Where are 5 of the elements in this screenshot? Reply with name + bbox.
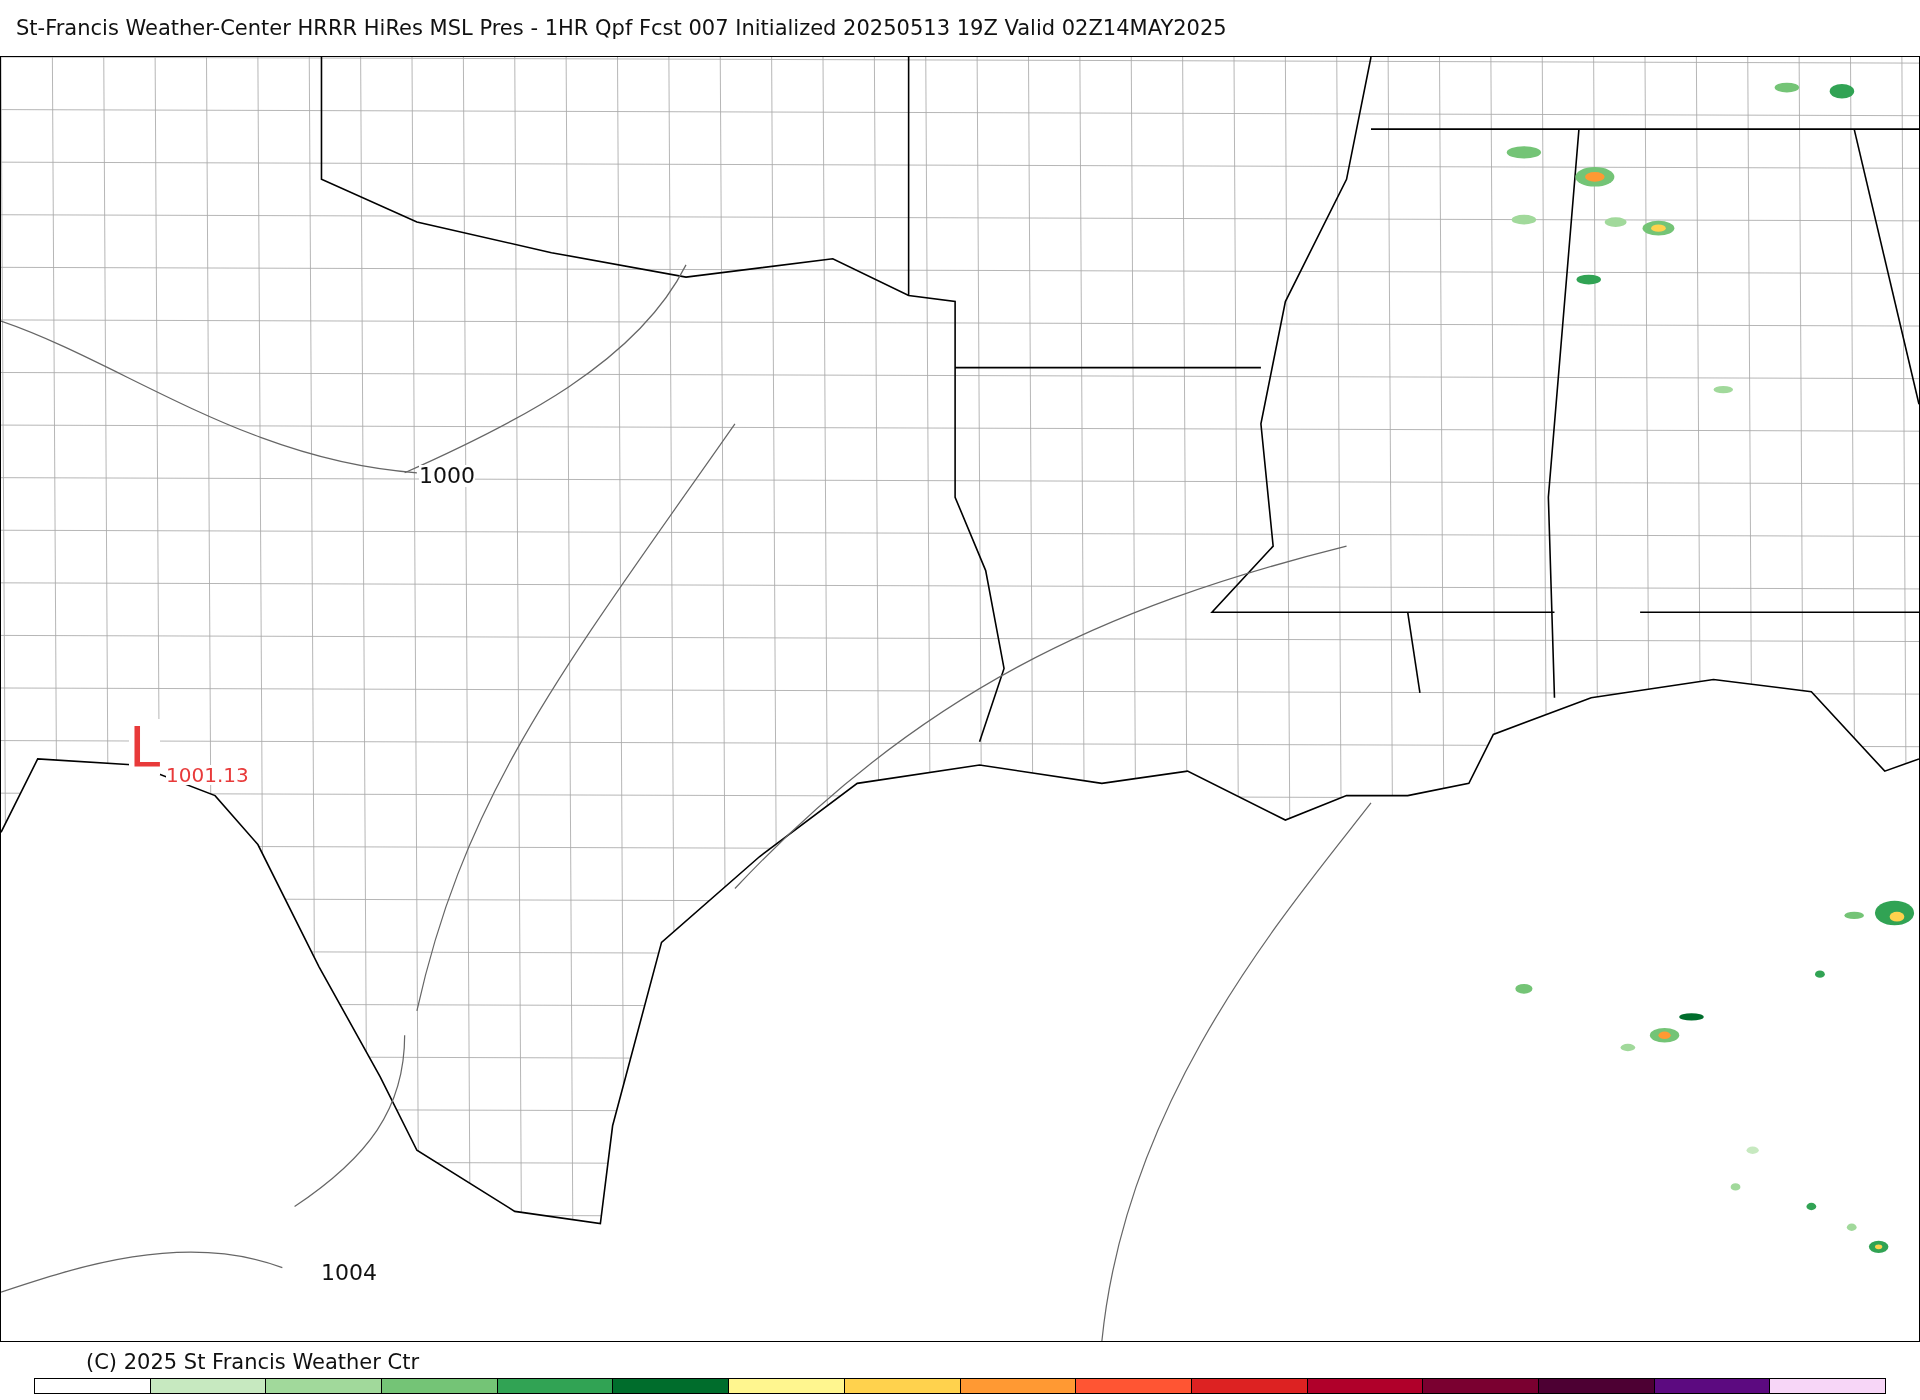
isobar-label: 1000 — [419, 465, 475, 487]
pressure-value-label: 1001.13 — [166, 765, 249, 785]
copyright-text: (C) 2025 St Francis Weather Ctr — [86, 1350, 420, 1374]
map-title: St-Francis Weather-Center HRRR HiRes MSL Pres - 1HR Qpf Fcst 007 Initialized 20250513 19Z Valid 02Z14MAY2025 — [15, 15, 1228, 42]
low-pressure-symbol: L — [129, 719, 161, 775]
